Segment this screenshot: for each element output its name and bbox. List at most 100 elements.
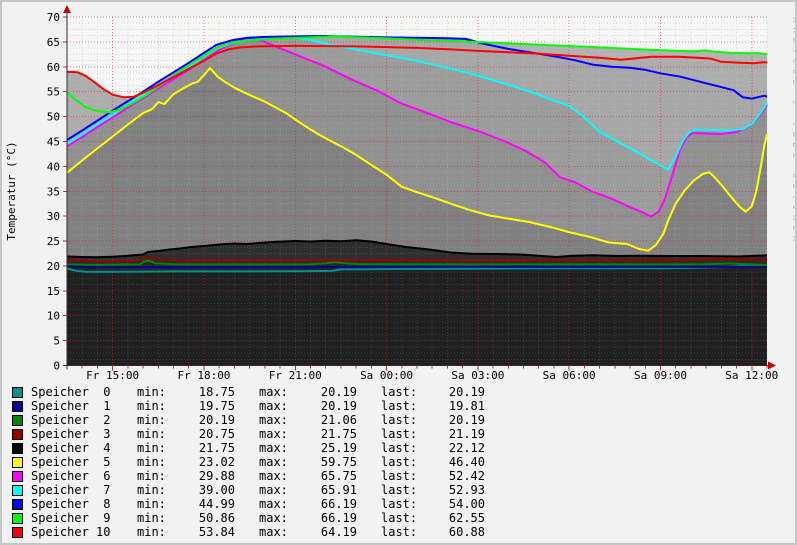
legend-swatch (12, 443, 23, 454)
legend-last-value: 19.81 (427, 399, 485, 413)
legend-swatch (12, 513, 23, 524)
legend-max-value: 20.19 (299, 399, 357, 413)
legend-min-label: min: (137, 399, 177, 413)
rrdtool-watermark: RRDTOOL / TOBI OETIKER (790, 17, 797, 246)
legend-swatch (12, 527, 23, 538)
x-tick-label: Fr 15:00 (86, 369, 139, 382)
legend-min-value: 53.84 (177, 525, 235, 539)
legend-swatch (12, 499, 23, 510)
legend-row: Speicher 7min:39.00max:65.91last:52.93 (2, 483, 795, 497)
legend-min-label: min: (137, 413, 177, 427)
y-tick-label: 45 (47, 135, 60, 148)
legend-series-name: Speicher 1 (31, 399, 137, 413)
legend-max-label: max: (259, 469, 299, 483)
legend-min-label: min: (137, 511, 177, 525)
legend-max-label: max: (259, 399, 299, 413)
legend-max-label: max: (259, 385, 299, 399)
legend-min-value: 19.75 (177, 399, 235, 413)
y-tick-label: 50 (47, 111, 60, 124)
x-tick-label: Sa 03:00 (451, 369, 504, 382)
legend-last-value: 62.55 (427, 511, 485, 525)
legend-last-label: last: (381, 399, 427, 413)
legend-last-value: 60.88 (427, 525, 485, 539)
legend-row: Speicher 10min:53.84max:64.19last:60.88 (2, 525, 795, 539)
legend-last-label: last: (381, 455, 427, 469)
x-tick-label: Sa 00:00 (360, 369, 413, 382)
legend-swatch (12, 485, 23, 496)
legend-max-label: max: (259, 413, 299, 427)
legend-max-label: max: (259, 427, 299, 441)
legend-min-value: 39.00 (177, 483, 235, 497)
legend-max-value: 21.75 (299, 427, 357, 441)
legend-max-value: 59.75 (299, 455, 357, 469)
legend-last-label: last: (381, 483, 427, 497)
legend-series-name: Speicher 3 (31, 427, 137, 441)
legend-last-value: 22.12 (427, 441, 485, 455)
legend-last-value: 20.19 (427, 385, 485, 399)
legend-last-label: last: (381, 413, 427, 427)
legend-min-value: 29.88 (177, 469, 235, 483)
legend-last-value: 20.19 (427, 413, 485, 427)
legend-min-value: 50.86 (177, 511, 235, 525)
legend-max-label: max: (259, 525, 299, 539)
legend-max-value: 65.75 (299, 469, 357, 483)
rrdtool-graph-window: 0510152025303540455055606570Fr 15:00Fr 1… (0, 0, 797, 545)
y-tick-label: 25 (47, 235, 60, 248)
legend-series-name: Speicher 2 (31, 413, 137, 427)
legend-series-name: Speicher 8 (31, 497, 137, 511)
legend-min-value: 21.75 (177, 441, 235, 455)
legend-row: Speicher 0min:18.75max:20.19last:20.19 (2, 385, 795, 399)
legend-row: Speicher 4min:21.75max:25.19last:22.12 (2, 441, 795, 455)
legend-swatch (12, 457, 23, 468)
legend-swatch (12, 415, 23, 426)
y-tick-label: 70 (47, 11, 60, 24)
legend-last-value: 54.00 (427, 497, 485, 511)
legend-last-label: last: (381, 511, 427, 525)
legend: Speicher 0min:18.75max:20.19last:20.19Sp… (2, 385, 795, 539)
legend-series-name: Speicher 10 (31, 525, 137, 539)
y-tick-label: 35 (47, 185, 60, 198)
legend-last-value: 52.42 (427, 469, 485, 483)
legend-series-name: Speicher 7 (31, 483, 137, 497)
legend-min-label: min: (137, 497, 177, 511)
legend-series-name: Speicher 5 (31, 455, 137, 469)
y-tick-label: 65 (47, 36, 60, 49)
temperature-chart: 0510152025303540455055606570Fr 15:00Fr 1… (2, 2, 797, 382)
y-tick-label: 15 (47, 285, 60, 298)
legend-row: Speicher 3min:20.75 max:21.75 last:21.19 (2, 427, 795, 441)
legend-min-label: min: (137, 525, 177, 539)
y-tick-label: 60 (47, 61, 60, 74)
x-tick-label: Sa 06:00 (543, 369, 596, 382)
legend-max-value: 21.06 (299, 413, 357, 427)
y-tick-label: 0 (53, 360, 60, 373)
legend-max-value: 66.19 (299, 511, 357, 525)
legend-last-label: last: (381, 469, 427, 483)
legend-min-label: min: (137, 483, 177, 497)
legend-max-value: 25.19 (299, 441, 357, 455)
x-tick-label: Sa 09:00 (634, 369, 687, 382)
legend-min-value: 20.19 (177, 413, 235, 427)
legend-min-label: min: (137, 469, 177, 483)
legend-min-value: 23.02 (177, 455, 235, 469)
legend-row: Speicher 2min:20.19max:21.06last:20.19 (2, 413, 795, 427)
legend-last-value: 21.19 (427, 427, 485, 441)
legend-last-label: last: (381, 385, 427, 399)
legend-max-label: max: (259, 511, 299, 525)
y-tick-label: 10 (47, 310, 60, 323)
legend-max-value: 66.19 (299, 497, 357, 511)
x-tick-label: Sa 12:00 (725, 369, 778, 382)
legend-series-name: Speicher 9 (31, 511, 137, 525)
x-tick-label: Fr 21:00 (269, 369, 322, 382)
y-tick-label: 5 (53, 335, 60, 348)
legend-row: Speicher 6min:29.88max:65.75last:52.42 (2, 469, 795, 483)
legend-series-name: Speicher 4 (31, 441, 137, 455)
legend-max-label: max: (259, 483, 299, 497)
legend-min-label: min: (137, 427, 177, 441)
legend-last-label: last: (381, 427, 427, 441)
legend-min-value: 18.75 (177, 385, 235, 399)
legend-max-value: 64.19 (299, 525, 357, 539)
legend-last-value: 46.40 (427, 455, 485, 469)
legend-max-label: max: (259, 497, 299, 511)
legend-row: Speicher 5min:23.02max:59.75last:46.40 (2, 455, 795, 469)
legend-min-value: 20.75 (177, 427, 235, 441)
